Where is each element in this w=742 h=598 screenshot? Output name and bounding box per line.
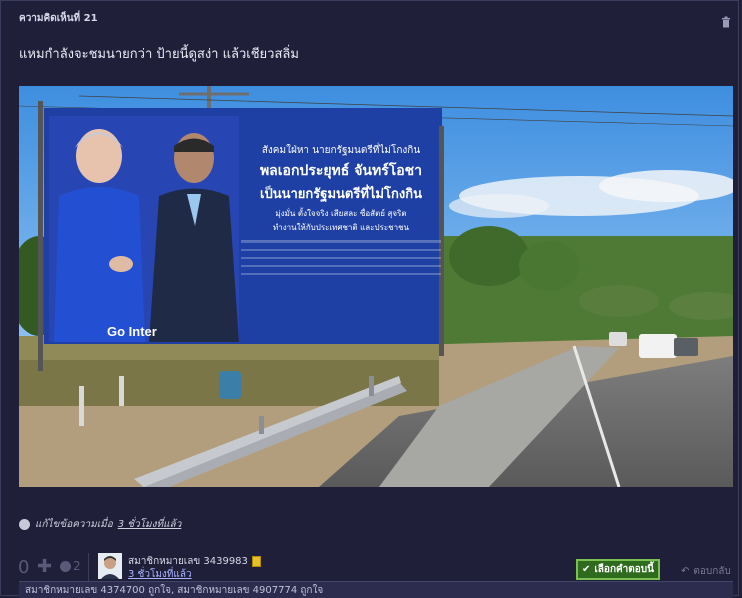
posted-time[interactable]: 3 ชั่วโมงที่แล้ว: [128, 567, 192, 582]
edit-note-time[interactable]: 3 ชั่วโมงที่แล้ว: [118, 517, 182, 532]
member-badge-icon: [251, 556, 261, 567]
billboard-line-2: พลเอกประยุทธ์ จันทร์โอชา: [259, 163, 423, 179]
comment-number: ความคิดเห็นที่ 21: [19, 13, 98, 24]
billboard-fine-print: [241, 240, 441, 279]
divider: [88, 553, 89, 581]
likes-bar: สมาชิกหมายเลข 4374700 ถูกใจ, สมาชิกหมายเ…: [19, 581, 733, 598]
avatar-image: [98, 553, 122, 579]
emotion-count: 2: [73, 559, 81, 573]
emotion-counter[interactable]: 2: [60, 559, 81, 573]
vote-count: 0: [18, 557, 30, 578]
reply-label: ตอบกลับ: [693, 566, 731, 577]
edit-icon: [19, 519, 30, 530]
emotion-icon: [60, 560, 71, 572]
comment-text: แหมกำลังจะชมนายกว่า ป้ายนี้ดูสง่า แล้วเช…: [19, 47, 299, 62]
billboard-brand: Go Inter: [107, 324, 157, 339]
plus-icon[interactable]: ✚: [37, 556, 52, 577]
billboard-text: สังคมใฝ่หา นายกรัฐมนตรีที่ไม่โกงกิน พลเอ…: [241, 144, 441, 279]
edit-note: แก้ไขข้อความเมื่อ 3 ชั่วโมงที่แล้ว: [19, 517, 181, 532]
choose-answer-label: เลือกคำตอบนี้: [594, 564, 654, 575]
reply-button[interactable]: ↶ ตอบกลับ: [681, 564, 731, 579]
billboard-line-4: มุ่งมั่น ตั้งใจจริง เสียสละ ซื่อสัตย์ สุ…: [275, 209, 407, 218]
comment-photo[interactable]: สังคมใฝ่หา นายกรัฐมนตรีที่ไม่โกงกิน พลเอ…: [19, 86, 733, 487]
billboard-line-1: สังคมใฝ่หา นายกรัฐมนตรีที่ไม่โกงกิน: [261, 145, 421, 156]
trash-icon[interactable]: [721, 16, 731, 28]
edit-note-prefix: แก้ไขข้อความเมื่อ: [35, 519, 113, 530]
choose-answer-button[interactable]: ✔ เลือกคำตอบนี้: [576, 559, 660, 580]
billboard-line-3: เป็นนายกรัฐมนตรีที่ไม่โกงกิน: [260, 187, 422, 202]
billboard-line-5: ทำงานให้กับประเทศชาติ และประชาชน: [273, 223, 409, 232]
check-icon: ✔: [582, 564, 591, 575]
avatar[interactable]: [98, 553, 122, 579]
reply-icon: ↶: [681, 566, 690, 577]
